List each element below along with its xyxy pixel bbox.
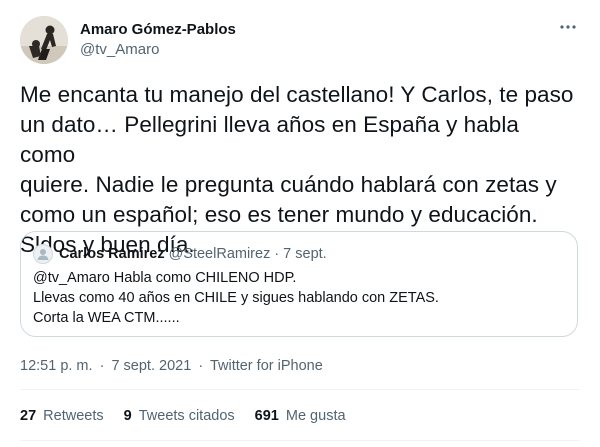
likes-stat[interactable]: 691 Me gusta <box>255 406 346 426</box>
default-avatar-icon <box>37 249 49 260</box>
author-display-name[interactable]: Amaro Gómez-Pablos <box>80 20 236 40</box>
divider <box>20 389 580 390</box>
tweet-time[interactable]: 12:51 p. m. <box>20 358 93 374</box>
meta-separator: · <box>198 358 204 374</box>
more-options-button[interactable] <box>556 18 580 38</box>
engagement-stats: 27 Retweets 9 Tweets citados 691 Me gust… <box>20 406 366 426</box>
quoted-author-avatar <box>33 244 53 264</box>
likes-label: Me gusta <box>285 408 346 424</box>
quoted-author-handle: @SteelRamirez <box>168 246 271 262</box>
quoted-tweet-text: @tv_Amaro Habla como CHILENO HDP. Llevas… <box>33 270 439 326</box>
quote-tweets-label: Tweets citados <box>138 408 235 424</box>
likes-count: 691 <box>254 408 279 424</box>
author-info: Amaro Gómez-Pablos @tv_Amaro <box>80 20 236 60</box>
quoted-separator: · <box>274 246 280 262</box>
tweet-metadata: 12:51 p. m. · 7 sept. 2021 · Twitter for… <box>20 356 323 376</box>
quote-tweets-count: 9 <box>123 408 132 424</box>
quoted-tweet-header: Carlos Ramirez @SteelRamirez · 7 sept. <box>33 244 327 264</box>
author-handle[interactable]: @tv_Amaro <box>80 40 236 60</box>
tweet-source[interactable]: Twitter for iPhone <box>210 358 323 374</box>
retweets-stat[interactable]: 27 Retweets <box>20 406 104 426</box>
tweet-date[interactable]: 7 sept. 2021 <box>111 358 191 374</box>
quoted-date: 7 sept. <box>283 246 327 262</box>
author-avatar[interactable] <box>20 16 68 64</box>
tweet-header: Amaro Gómez-Pablos @tv_Amaro <box>20 14 580 66</box>
quoted-author-name: Carlos Ramirez <box>59 246 165 262</box>
retweets-count: 27 <box>20 408 37 424</box>
quote-tweets-stat[interactable]: 9 Tweets citados <box>124 406 235 426</box>
tweet-card: Amaro Gómez-Pablos @tv_Amaro Me encanta … <box>0 0 600 447</box>
person-avatar-icon <box>20 16 68 64</box>
meta-separator: · <box>99 358 105 374</box>
divider <box>20 440 580 441</box>
retweets-label: Retweets <box>43 408 104 424</box>
quoted-tweet[interactable]: Carlos Ramirez @SteelRamirez · 7 sept. @… <box>20 231 578 337</box>
ellipsis-icon <box>560 25 576 29</box>
